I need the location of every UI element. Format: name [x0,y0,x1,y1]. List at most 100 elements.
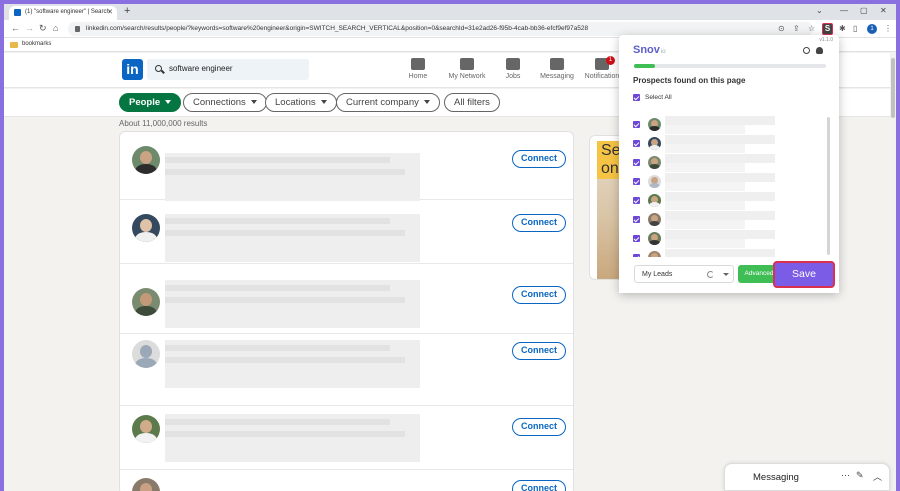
result-row: Connect [120,132,573,201]
profile-avatar[interactable]: 1 [867,24,877,34]
connect-button[interactable]: Connect [512,214,566,232]
results-count: About 11,000,000 results [119,119,208,128]
home-browser-icon[interactable]: ⌂ [53,23,58,33]
filter-locations[interactable]: Locations [265,93,337,112]
filter-people[interactable]: People [119,93,182,112]
avatar-body [135,232,157,242]
reload-icon[interactable]: ↻ [39,23,47,34]
minimize-icon[interactable]: — [840,6,848,15]
avatar-body [649,221,660,226]
extensions-puzzle-icon[interactable]: ✱ [839,24,846,33]
prospect-item[interactable] [633,135,793,153]
filter-current-company[interactable]: Current company [336,93,440,112]
nav-my-network[interactable]: My Network [442,58,492,80]
network-icon [460,58,474,70]
target-icon[interactable] [803,47,810,54]
filter-all-filters[interactable]: All filters [444,93,500,112]
nav-jobs[interactable]: Jobs [488,58,538,80]
prospect-list-scrollbar[interactable] [827,117,830,255]
connect-button[interactable]: Connect [512,418,566,436]
nav-messaging[interactable]: Messaging [532,58,582,80]
prospect-checkbox[interactable] [633,235,640,242]
sync-icon[interactable] [707,271,714,278]
prospect-item[interactable] [633,192,793,210]
avatar-body [135,306,157,316]
filter-connections[interactable]: Connections [183,93,267,112]
avatar[interactable] [132,415,160,443]
scroll-thumb[interactable] [891,58,895,118]
prospect-checkbox[interactable] [633,121,640,128]
prospect-title-placeholder [665,220,745,229]
new-tab-button[interactable]: + [124,5,130,17]
page-scrollbar[interactable] [890,52,896,491]
avatar-body [649,202,660,207]
avatar-head [140,420,152,433]
filter-company-label: Current company [346,97,419,108]
nav-notifications-label: Notification [584,73,620,80]
save-button[interactable]: Save [773,261,835,288]
prospect-checkbox[interactable] [633,159,640,166]
prospect-checkbox[interactable] [633,197,640,204]
headline-placeholder [165,357,405,363]
chevron-up-icon[interactable]: ︿ [873,470,882,483]
list-select[interactable]: My Leads [634,265,734,283]
select-all-checkbox[interactable]: Select All [633,94,672,101]
chevron-down-icon [320,100,327,105]
side-panel-icon[interactable]: ▯ [853,24,857,33]
avatar[interactable] [132,478,160,491]
name-placeholder [165,419,390,425]
window-close-icon[interactable]: ✕ [880,6,887,15]
browser-tab[interactable]: (1) "software engineer" | Search ✕ [9,6,117,20]
linkedin-logo[interactable]: in [122,59,143,80]
search-input[interactable]: software engineer [147,59,309,80]
google-lens-icon[interactable]: ⊙ [778,24,785,33]
close-tab-icon[interactable]: ✕ [107,8,113,16]
snov-logo-suffix: io [660,49,666,55]
user-icon[interactable] [816,47,823,54]
avatar[interactable] [132,146,160,174]
nav-home[interactable]: Home [393,58,443,80]
headline-placeholder [165,297,405,303]
prospect-title-placeholder [665,201,745,210]
snov-extension-icon[interactable]: S [822,23,833,35]
prospect-item[interactable] [633,116,793,134]
maximize-icon[interactable]: ▢ [860,6,868,15]
prospect-avatar [648,156,661,169]
prospect-name-placeholder [665,211,775,220]
connect-button[interactable]: Connect [512,286,566,304]
more-options-icon[interactable]: ⋯ [841,470,850,481]
avatar[interactable] [132,288,160,316]
compose-icon[interactable]: ✎ [856,470,864,481]
list-select-value: My Leads [642,271,673,278]
avatar-body [649,145,660,150]
chat-icon [550,58,564,70]
share-icon[interactable]: ⇪ [793,24,800,33]
prospect-checkbox[interactable] [633,216,640,223]
prospect-item[interactable] [633,154,793,172]
name-placeholder [165,345,390,351]
bookmarks-folder[interactable]: bookmarks [22,41,51,47]
forward-arrow-icon[interactable]: → [25,23,34,33]
avatar[interactable] [132,340,160,368]
tab-search-icon[interactable]: ⌄ [816,6,823,15]
prospect-item[interactable] [633,230,793,248]
prospect-item[interactable] [633,173,793,191]
prospect-name-placeholder [665,192,775,201]
snov-progress-bar [634,64,826,68]
menu-kebab-icon[interactable]: ⋮ [884,24,892,33]
prospect-avatar [648,232,661,245]
connect-button[interactable]: Connect [512,150,566,168]
bookmark-star-icon[interactable]: ☆ [808,24,815,33]
back-arrow-icon[interactable]: ← [11,23,20,33]
prospect-checkbox[interactable] [633,140,640,147]
avatar[interactable] [132,214,160,242]
messaging-widget[interactable]: Messaging ⋯ ✎ ︿ [724,463,890,491]
connect-button[interactable]: Connect [512,342,566,360]
prospect-checkbox[interactable] [633,178,640,185]
connect-button[interactable]: Connect [512,480,566,491]
avatar-body [135,164,157,174]
url-field[interactable]: linkedin.com/search/results/people/?keyw… [68,22,813,36]
prospect-item[interactable] [633,211,793,229]
avatar-head [140,345,152,358]
prospects-heading: Prospects found on this page [633,76,746,85]
